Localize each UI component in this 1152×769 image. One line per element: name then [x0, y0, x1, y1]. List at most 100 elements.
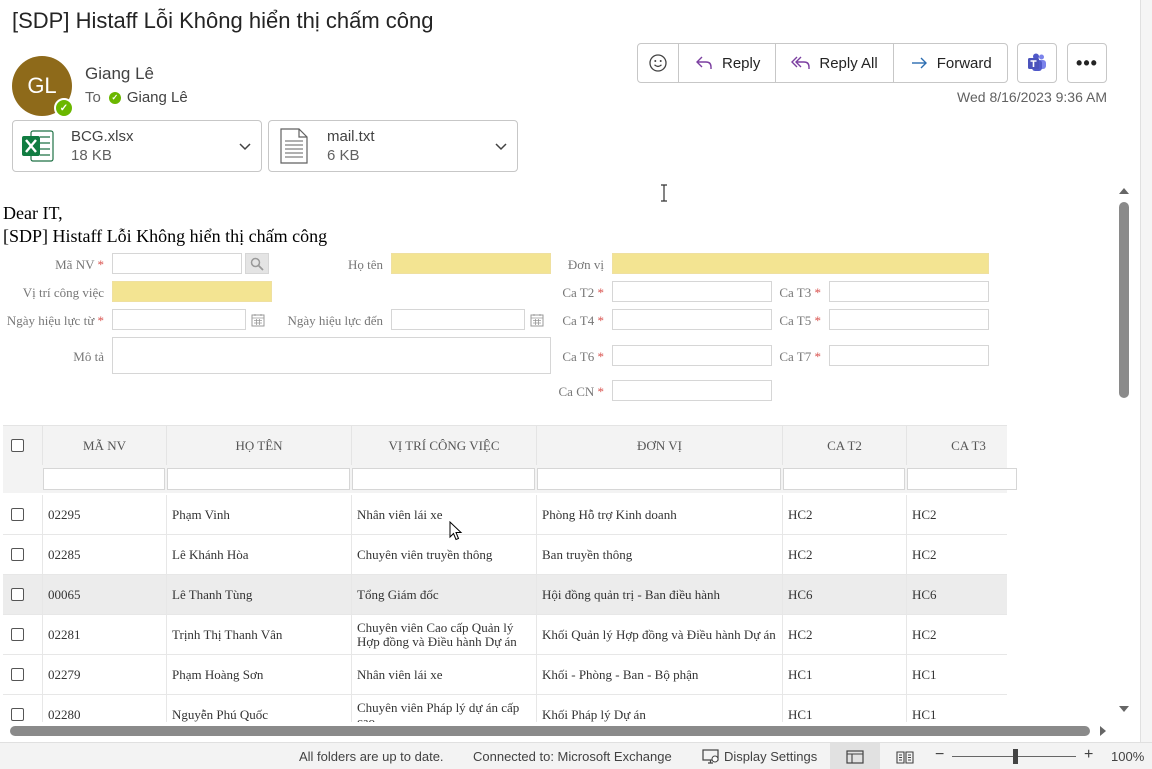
label-ca-t6: Ca T6 * [562, 349, 604, 364]
filter-input[interactable] [167, 468, 350, 490]
table-cell: Nhân viên lái xe [351, 655, 536, 695]
table-cell: 00065 [42, 575, 166, 615]
table-row[interactable]: 02285 Lê Khánh Hòa Chuyên viên truyền thôn… [3, 535, 1007, 575]
column-header[interactable]: CA T3 [906, 426, 1030, 466]
scroll-right-icon[interactable] [1098, 725, 1108, 737]
filter-input[interactable] [352, 468, 535, 490]
hieu-luc-tu-input[interactable] [112, 309, 246, 330]
message-body: Dear IT, [SDP] Histaff Lỗi Không hiển th… [0, 182, 1116, 722]
table-cell: HC2 [782, 615, 906, 655]
attachment-size: 6 KB [327, 147, 360, 164]
table-cell: Trịnh Thị Thanh Vân [166, 615, 351, 655]
row-checkbox[interactable] [11, 668, 24, 681]
table-cell: HC1 [782, 695, 906, 722]
table-row[interactable]: 00065 Lê Thanh Tùng Tổng Giám đốc Hội đồng … [3, 575, 1007, 615]
table-cell: HC2 [782, 495, 906, 535]
zoom-level[interactable]: 100% [1111, 749, 1144, 764]
table-cell: Tổng Giám đốc [351, 575, 536, 615]
greeting-line: Dear IT, [3, 203, 63, 223]
column-header[interactable]: ĐƠN VỊ [536, 426, 782, 466]
table-cell: Khối - Phòng - Ban - Bộ phận [536, 655, 782, 695]
status-bar: All folders are up to date. Connected to… [0, 742, 1152, 769]
reply-all-button[interactable]: Reply All [776, 44, 894, 82]
forward-label: Forward [936, 54, 992, 72]
row-checkbox[interactable] [11, 548, 24, 561]
vertical-scrollbar[interactable] [1116, 182, 1134, 720]
filter-input[interactable] [783, 468, 905, 490]
body-greeting: Dear IT, [SDP] Histaff Lỗi Không hiển th… [3, 202, 327, 248]
table-cell: Chuyên viên truyền thông [351, 535, 536, 575]
table-row[interactable]: 02281 Trịnh Thị Thanh Vân Chuyên viên Cao … [3, 615, 1007, 655]
more-icon: ••• [1076, 52, 1098, 73]
column-header[interactable]: HỌ TÊN [166, 426, 351, 466]
ca-t7-input[interactable] [829, 345, 989, 366]
row-checkbox[interactable] [11, 628, 24, 641]
table-cell: HC6 [906, 575, 1030, 615]
lookup-button[interactable] [245, 253, 269, 274]
filter-input[interactable] [43, 468, 165, 490]
table-row[interactable]: 02279 Phạm Hoàng Sơn Nhân viên lái xe Khối … [3, 655, 1007, 695]
ma-nv-input[interactable] [112, 253, 242, 274]
hieu-luc-den-input[interactable] [391, 309, 525, 330]
reply-icon [696, 56, 712, 69]
table-row[interactable]: 02280 Nguyễn Phú Quốc Chuyên viên Pháp lý … [3, 695, 1007, 722]
horizontal-scrollbar[interactable] [0, 722, 1116, 740]
display-settings-button[interactable]: Display Settings [702, 749, 817, 764]
vertical-scroll-thumb[interactable] [1119, 202, 1129, 398]
scroll-down-icon[interactable] [1118, 704, 1130, 714]
column-header[interactable]: VỊ TRÍ CÔNG VIỆC [351, 426, 536, 466]
zoom-slider-thumb[interactable] [1013, 749, 1018, 764]
recipient-name[interactable]: Giang Lê [127, 89, 188, 106]
avatar[interactable]: GL ✓ [12, 56, 74, 118]
reaction-button[interactable] [638, 44, 679, 82]
more-options-button[interactable]: ••• [1067, 43, 1107, 83]
text-file-icon [280, 128, 308, 164]
label-don-vi: Đơn vị [567, 257, 604, 272]
row-checkbox[interactable] [11, 708, 24, 721]
grid-header: MÃ NV HỌ TÊN VỊ TRÍ CÔNG VIỆC ĐƠN VỊ CA … [3, 425, 1007, 466]
normal-view-button[interactable] [830, 743, 880, 769]
zoom-in-button[interactable]: + [1084, 746, 1093, 764]
row-checkbox[interactable] [11, 588, 24, 601]
ca-cn-input[interactable] [612, 380, 772, 401]
pane-edge [1140, 0, 1152, 742]
to-label: To [85, 89, 101, 106]
filter-input[interactable] [537, 468, 781, 490]
display-settings-label: Display Settings [724, 749, 818, 764]
select-all-checkbox[interactable] [11, 439, 24, 452]
sender-name[interactable]: Giang Lê [85, 64, 154, 84]
monitor-settings-icon [702, 749, 719, 764]
avatar-initials: GL [27, 73, 57, 98]
reply-all-label: Reply All [819, 54, 878, 72]
forward-arrow-icon [911, 57, 927, 69]
column-header[interactable]: CA T2 [782, 426, 906, 466]
label-hieu-luc-tu: Ngày hiệu lực từ * [6, 313, 104, 328]
grid-filter-row [3, 465, 1017, 493]
attachment-bcg[interactable]: BCG.xlsx 18 KB [12, 120, 262, 172]
label-ho-ten: Họ tên [347, 257, 383, 272]
body-subject-line: [SDP] Histaff Lỗi Không hiển thị chấm cô… [3, 226, 328, 246]
column-header[interactable]: MÃ NV [42, 426, 166, 466]
teams-button[interactable] [1017, 43, 1057, 83]
zoom-out-button[interactable]: − [935, 746, 944, 764]
row-checkbox[interactable] [11, 508, 24, 521]
ca-t3-input[interactable] [829, 281, 989, 302]
forward-button[interactable]: Forward [894, 44, 1007, 82]
chevron-down-icon[interactable] [237, 138, 253, 154]
horizontal-scroll-thumb[interactable] [10, 726, 1090, 736]
chevron-down-icon[interactable] [493, 138, 509, 154]
don-vi-field [612, 253, 989, 274]
mo-ta-textarea[interactable] [112, 337, 551, 374]
recipient-line: To ✓ Giang Lê [85, 89, 188, 106]
ca-t5-input[interactable] [829, 309, 989, 330]
label-ca-t5: Ca T5 * [779, 313, 821, 328]
reading-view-button[interactable] [880, 743, 930, 769]
table-row[interactable]: 02295 Phạm Vinh Nhân viên lái xe Phòng Hỗ t… [3, 495, 1007, 535]
calendar-icon[interactable] [251, 313, 265, 327]
scroll-up-icon[interactable] [1118, 186, 1130, 196]
reply-button[interactable]: Reply [679, 44, 777, 82]
attachment-mail[interactable]: mail.txt 6 KB [268, 120, 518, 172]
label-ma-nv: Mã NV * [55, 257, 104, 272]
reading-view-icon [896, 750, 914, 764]
filter-input[interactable] [907, 468, 1017, 490]
